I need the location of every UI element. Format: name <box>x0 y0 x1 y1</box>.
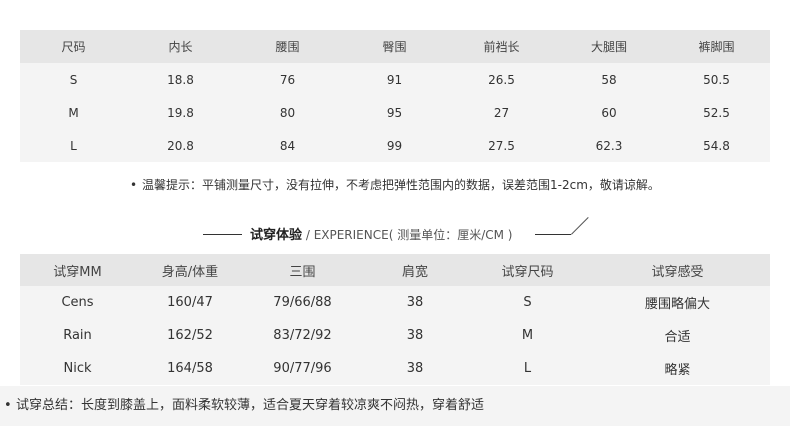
inseam-cell: 20.8 <box>127 129 234 162</box>
height-weight-cell: 164/58 <box>135 352 245 385</box>
waist-cell: 76 <box>234 63 341 96</box>
title-divider-right <box>535 234 571 235</box>
experience-title: 试穿体验 / EXPERIENCE( 测量单位：厘米/CM ) <box>0 217 790 246</box>
try-header-model: 试穿MM <box>20 254 135 286</box>
measurements-cell: 83/72/92 <box>245 319 360 352</box>
size-header-front-rise: 前裆长 <box>448 30 555 63</box>
size-cell: L <box>20 129 127 162</box>
tip-text: 温馨提示：平铺测量尺寸，没有拉伸，不考虑把弹性范围内的数据，误差范围1-2cm，… <box>142 178 660 192</box>
title-divider-left <box>203 234 242 235</box>
try-header-measurements: 三围 <box>245 254 360 286</box>
title-divider-slash <box>571 217 589 235</box>
measurement-tip: • 温馨提示：平铺测量尺寸，没有拉伸，不考虑把弹性范围内的数据，误差范围1-2cm… <box>130 176 660 193</box>
model-name-cell: Nick <box>20 352 135 385</box>
size-cell: M <box>20 96 127 129</box>
size-header-waist: 腰围 <box>234 30 341 63</box>
size-table: 尺码 内长 腰围 臀围 前裆长 大腿围 裤脚围 S 18.8 76 91 26.… <box>20 30 770 162</box>
shoulder-cell: 38 <box>360 286 470 319</box>
try-size-cell: S <box>470 286 585 319</box>
size-table-header-row: 尺码 内长 腰围 臀围 前裆长 大腿围 裤脚围 <box>20 30 770 63</box>
table-row: Nick 164/58 90/77/96 38 L 略紧 <box>20 352 770 385</box>
experience-title-main: 试穿体验 <box>250 228 303 243</box>
try-header-feeling: 试穿感受 <box>585 254 770 286</box>
measurements-cell: 79/66/88 <box>245 286 360 319</box>
leg-opening-cell: 50.5 <box>663 63 770 96</box>
model-name-cell: Cens <box>20 286 135 319</box>
feeling-cell: 腰围略偏大 <box>585 286 770 319</box>
size-header-inseam: 内长 <box>127 30 234 63</box>
table-row: Cens 160/47 79/66/88 38 S 腰围略偏大 <box>20 286 770 319</box>
inseam-cell: 19.8 <box>127 96 234 129</box>
shoulder-cell: 38 <box>360 352 470 385</box>
experience-title-text: 试穿体验 / EXPERIENCE( 测量单位：厘米/CM ) <box>250 224 512 243</box>
try-header-height-weight: 身高/体重 <box>135 254 245 286</box>
hip-cell: 91 <box>341 63 448 96</box>
waist-cell: 80 <box>234 96 341 129</box>
try-on-summary: • 试穿总结：长度到膝盖上，面料柔软较薄，适合夏天穿着较凉爽不闷热，穿着舒适 <box>0 386 790 426</box>
thigh-cell: 60 <box>555 96 663 129</box>
front-rise-cell: 26.5 <box>448 63 555 96</box>
try-size-cell: L <box>470 352 585 385</box>
size-header-leg-opening: 裤脚围 <box>663 30 770 63</box>
try-size-cell: M <box>470 319 585 352</box>
model-name-cell: Rain <box>20 319 135 352</box>
table-row: Rain 162/52 83/72/92 38 M 合适 <box>20 319 770 352</box>
feeling-cell: 略紧 <box>585 352 770 385</box>
table-row: L 20.8 84 99 27.5 62.3 54.8 <box>20 129 770 162</box>
size-header-hip: 臀围 <box>341 30 448 63</box>
leg-opening-cell: 54.8 <box>663 129 770 162</box>
size-header-thigh: 大腿围 <box>555 30 663 63</box>
inseam-cell: 18.8 <box>127 63 234 96</box>
shoulder-cell: 38 <box>360 319 470 352</box>
hip-cell: 99 <box>341 129 448 162</box>
table-row: M 19.8 80 95 27 60 52.5 <box>20 96 770 129</box>
front-rise-cell: 27 <box>448 96 555 129</box>
tip-bullet: • <box>130 178 138 192</box>
leg-opening-cell: 52.5 <box>663 96 770 129</box>
summary-bullet: • <box>4 398 12 413</box>
feeling-cell: 合适 <box>585 319 770 352</box>
experience-title-sub: / EXPERIENCE( 测量单位：厘米/CM ) <box>302 228 513 242</box>
size-cell: S <box>20 63 127 96</box>
height-weight-cell: 162/52 <box>135 319 245 352</box>
try-on-table: 试穿MM 身高/体重 三围 肩宽 试穿尺码 试穿感受 Cens 160/47 7… <box>20 254 770 385</box>
height-weight-cell: 160/47 <box>135 286 245 319</box>
try-header-size: 试穿尺码 <box>470 254 585 286</box>
measurements-cell: 90/77/96 <box>245 352 360 385</box>
hip-cell: 95 <box>341 96 448 129</box>
try-header-shoulder: 肩宽 <box>360 254 470 286</box>
table-row: S 18.8 76 91 26.5 58 50.5 <box>20 63 770 96</box>
front-rise-cell: 27.5 <box>448 129 555 162</box>
thigh-cell: 58 <box>555 63 663 96</box>
waist-cell: 84 <box>234 129 341 162</box>
try-table-header-row: 试穿MM 身高/体重 三围 肩宽 试穿尺码 试穿感受 <box>20 254 770 286</box>
thigh-cell: 62.3 <box>555 129 663 162</box>
size-header-size: 尺码 <box>20 30 127 63</box>
summary-text: 试穿总结：长度到膝盖上，面料柔软较薄，适合夏天穿着较凉爽不闷热，穿着舒适 <box>16 398 485 413</box>
